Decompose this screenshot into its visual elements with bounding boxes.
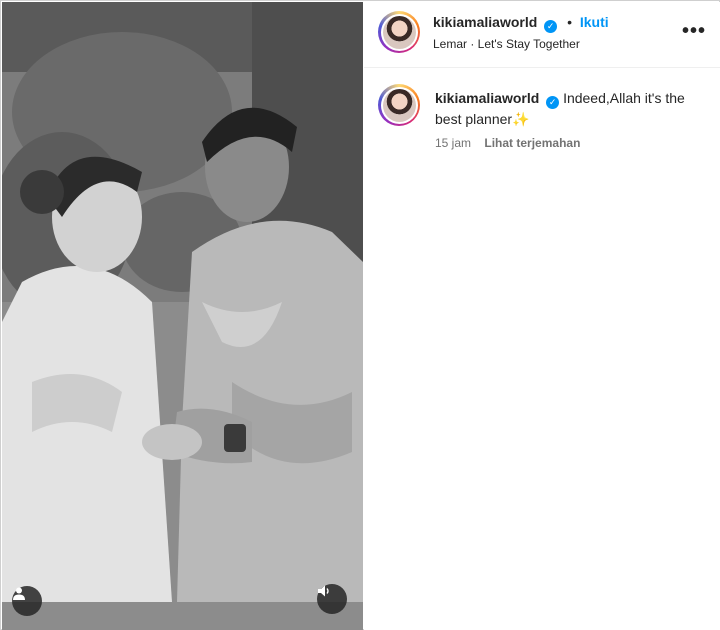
caption-avatar-image bbox=[382, 88, 416, 122]
post-side-panel: kikiamaliaworld ✓ • Ikuti Lemar · Let's … bbox=[364, 2, 720, 630]
speaker-icon bbox=[318, 585, 329, 597]
post-header: kikiamaliaworld ✓ • Ikuti Lemar · Let's … bbox=[364, 2, 720, 68]
post-photo bbox=[2, 2, 363, 630]
user-tag-button[interactable] bbox=[12, 586, 42, 616]
verified-icon: ✓ bbox=[544, 20, 558, 33]
audio-toggle-button[interactable] bbox=[317, 584, 347, 614]
user-tag-icon bbox=[13, 587, 25, 600]
caption-meta: 15 jam Lihat terjemahan bbox=[435, 136, 580, 150]
author-avatar[interactable] bbox=[378, 11, 420, 53]
author-avatar-image bbox=[382, 15, 416, 49]
sparkle-emoji: ✨ bbox=[512, 111, 530, 127]
header-title-row: kikiamaliaworld ✓ • Ikuti bbox=[433, 14, 609, 33]
caption-timestamp[interactable]: 15 jam bbox=[435, 136, 471, 150]
author-username[interactable]: kikiamaliaworld bbox=[433, 14, 537, 30]
follow-button[interactable]: Ikuti bbox=[580, 14, 609, 30]
caption-username[interactable]: kikiamaliaworld bbox=[435, 90, 539, 106]
audio-track-link[interactable]: Lemar · Let's Stay Together bbox=[433, 37, 580, 51]
verified-icon: ✓ bbox=[546, 96, 560, 109]
separator-dot: • bbox=[567, 14, 572, 30]
post-media[interactable] bbox=[2, 2, 363, 630]
more-options-icon[interactable]: ••• bbox=[682, 20, 706, 43]
post-frame: kikiamaliaworld ✓ • Ikuti Lemar · Let's … bbox=[0, 0, 720, 630]
caption-text-row: kikiamaliaworld ✓ Indeed,Allah it's the … bbox=[435, 88, 705, 130]
caption-author-avatar[interactable] bbox=[378, 84, 420, 126]
see-translation-button[interactable]: Lihat terjemahan bbox=[484, 136, 580, 150]
